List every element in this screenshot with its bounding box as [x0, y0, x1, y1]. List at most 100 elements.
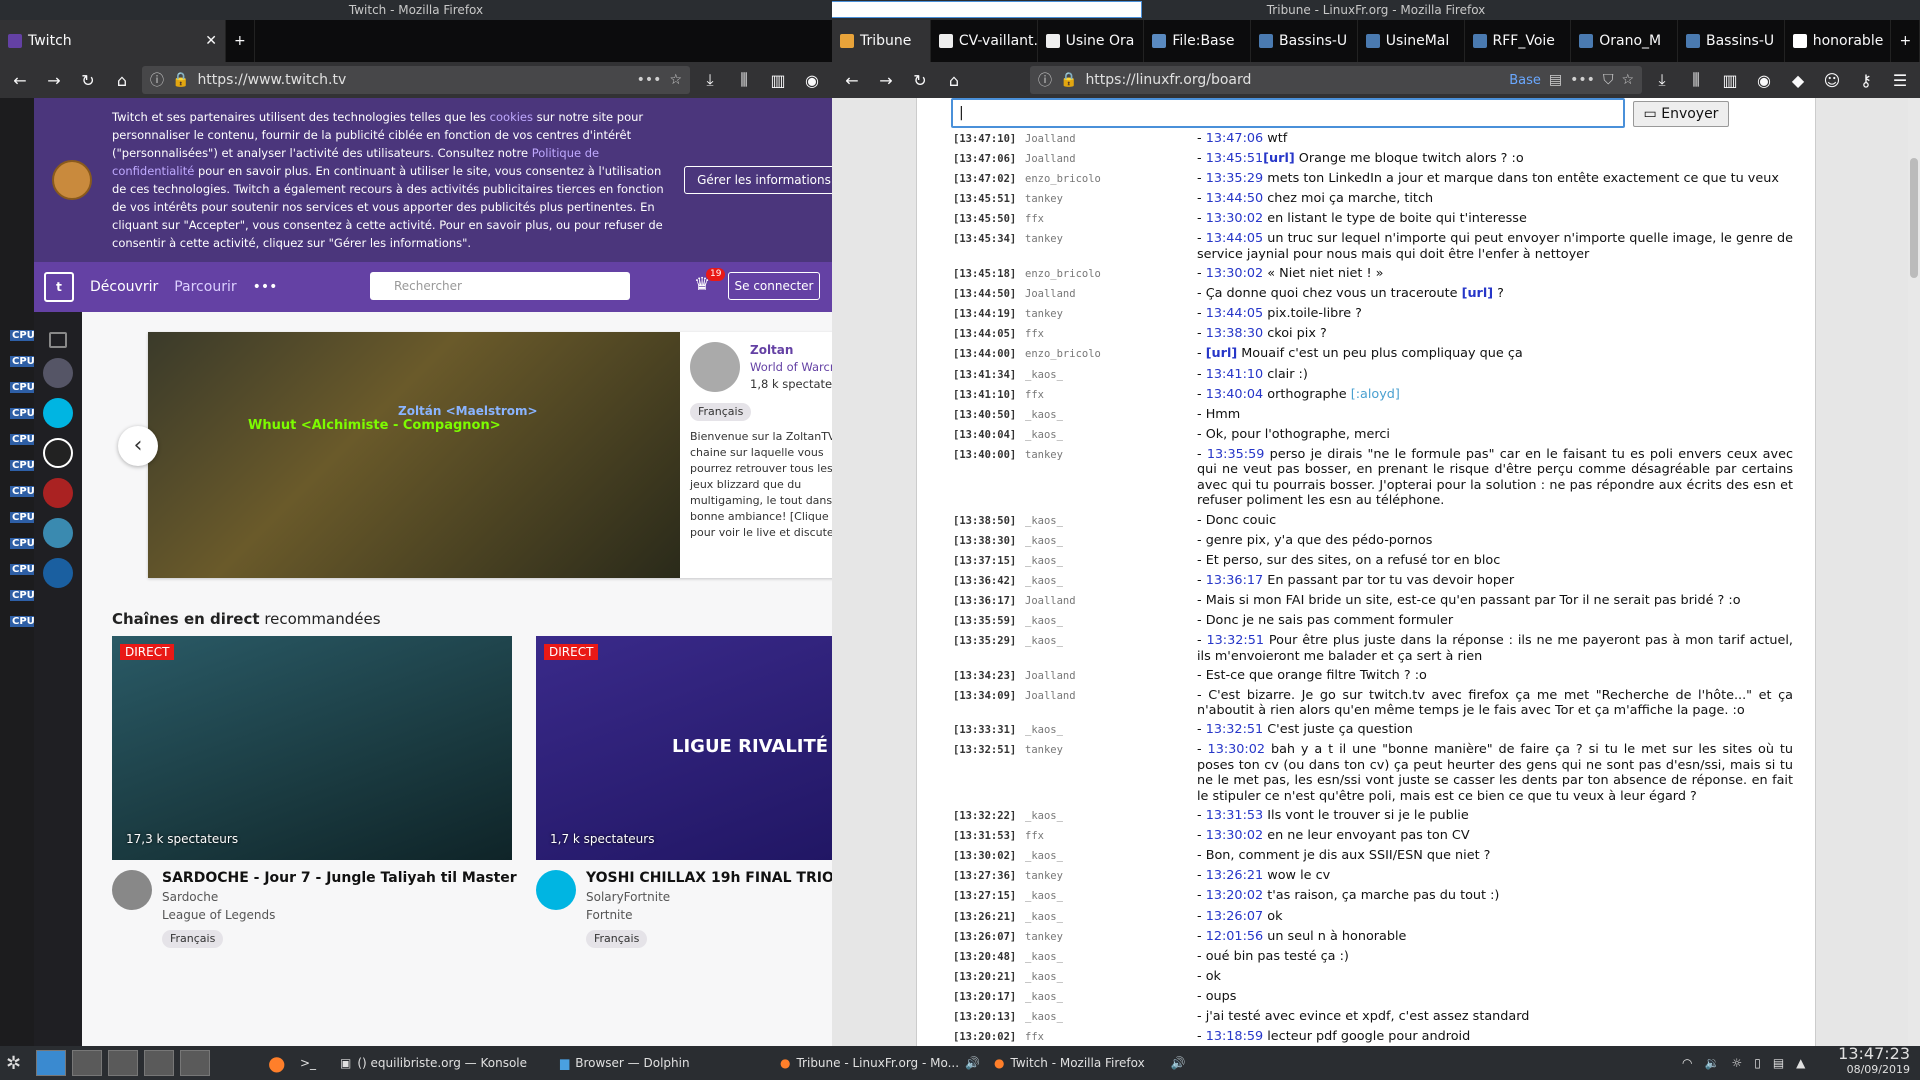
message-time[interactable]: [13:45:34] [953, 231, 1017, 262]
message-author[interactable]: _kaos_ [1017, 513, 1197, 530]
message-author[interactable]: _kaos_ [1017, 848, 1197, 865]
channel-avatar[interactable] [43, 398, 73, 428]
page-scrollbar[interactable] [1908, 98, 1920, 1046]
clock-reference[interactable]: 13:44:05 [1206, 231, 1263, 246]
tab-2[interactable]: CV-vaillant.p [931, 20, 1038, 62]
message-author[interactable]: Joalland [1017, 688, 1197, 719]
stream-thumbnail[interactable]: DIRECT 17,3 k spectateurs [112, 636, 512, 860]
message-author[interactable]: _kaos_ [1017, 367, 1197, 384]
message-time[interactable]: [13:41:34] [953, 367, 1017, 384]
message-author[interactable]: tankey [1017, 306, 1197, 323]
language-tag[interactable]: Français [586, 930, 648, 948]
url-link[interactable]: [url] [1263, 151, 1295, 166]
message-author[interactable]: enzo_bricolo [1017, 171, 1197, 188]
tray-expand-icon[interactable]: ▲ [1796, 1056, 1805, 1070]
task-dolphin[interactable]: ▆ Browser — Dolphin [560, 1048, 690, 1078]
message-author[interactable]: enzo_bricolo [1017, 346, 1197, 363]
clock-reference[interactable]: 13:38:30 [1206, 326, 1263, 341]
clock-reference[interactable]: 13:30:02 [1206, 828, 1263, 843]
brightness-icon[interactable]: ☼ [1731, 1056, 1742, 1070]
extension-icon[interactable]: ◉ [798, 66, 826, 94]
home-button[interactable]: ⌂ [108, 66, 136, 94]
message-time[interactable]: [13:27:15] [953, 888, 1017, 905]
back-button[interactable]: ← [6, 66, 34, 94]
message-author[interactable]: Joalland [1017, 593, 1197, 610]
message-time[interactable]: [13:31:53] [953, 828, 1017, 845]
clock-reference[interactable]: 13:41:10 [1206, 367, 1263, 382]
search-input[interactable]: Rechercher [370, 272, 630, 300]
message-time[interactable]: [13:38:50] [953, 513, 1017, 530]
volume-icon[interactable]: 🔉 [1704, 1056, 1719, 1070]
message-time[interactable]: [13:38:30] [953, 533, 1017, 550]
tab-9[interactable]: Bassins-U [1678, 20, 1785, 62]
message-time[interactable]: [13:44:50] [953, 286, 1017, 303]
extension-icon[interactable]: ◆ [1784, 66, 1812, 94]
message-author[interactable]: _kaos_ [1017, 427, 1197, 444]
nav-discover[interactable]: Découvrir [90, 279, 158, 295]
clock-reference[interactable]: 13:32:51 [1207, 633, 1264, 648]
message-time[interactable]: [13:20:17] [953, 989, 1017, 1006]
krunner-search-input[interactable]: spec [832, 1, 1142, 18]
account-icon[interactable]: ☺ [1818, 66, 1846, 94]
clock-reference[interactable]: 13:35:29 [1206, 171, 1263, 186]
message-time[interactable]: [13:35:59] [953, 613, 1017, 630]
desktop-2[interactable] [72, 1050, 102, 1076]
url-bar[interactable]: ⓘ 🔒 https://www.twitch.tv ••• ☆ [142, 66, 690, 94]
stream-title[interactable]: SARDOCHE - Jour 7 - Jungle Taliyah til M… [162, 870, 517, 886]
message-time[interactable]: [13:44:00] [953, 346, 1017, 363]
channel-avatar[interactable] [43, 438, 73, 468]
channel-avatar[interactable] [43, 358, 73, 388]
message-time[interactable]: [13:36:17] [953, 593, 1017, 610]
message-time[interactable]: [13:35:29] [953, 633, 1017, 664]
pocket-icon[interactable]: ⛉ [1603, 72, 1614, 88]
clock-reference[interactable]: 13:20:02 [1206, 888, 1263, 903]
message-time[interactable]: [13:45:18] [953, 266, 1017, 283]
stream-card[interactable]: DIRECT LIGUE RIVALITÉ 1,7 k spectateurs … [536, 636, 832, 948]
reload-button[interactable]: ↻ [906, 66, 934, 94]
clock-reference[interactable]: 13:36:17 [1206, 573, 1263, 588]
clock-reference[interactable]: 13:31:53 [1206, 808, 1263, 823]
message-author[interactable]: _kaos_ [1017, 613, 1197, 630]
channel-avatar[interactable] [690, 342, 740, 392]
message-time[interactable]: [13:30:02] [953, 848, 1017, 865]
library-icon[interactable]: ⫼ [1682, 66, 1710, 94]
message-time[interactable]: [13:44:19] [953, 306, 1017, 323]
game-name[interactable]: Fortnite [586, 908, 632, 922]
firefox-launcher-icon[interactable]: ● [268, 1048, 285, 1078]
url-bar[interactable]: ⓘ 🔒 https://linuxfr.org/board Base ▤ •••… [1030, 66, 1642, 94]
message-author[interactable]: ffx [1017, 387, 1197, 404]
clock-reference[interactable]: 13:26:07 [1206, 909, 1263, 924]
message-author[interactable]: _kaos_ [1017, 808, 1197, 825]
clock-reference[interactable]: 13:26:21 [1206, 868, 1263, 883]
message-time[interactable]: [13:47:06] [953, 151, 1017, 168]
message-time[interactable]: [13:40:04] [953, 427, 1017, 444]
clock-widget[interactable]: 13:47:23 08/09/2019 [1838, 1046, 1910, 1078]
clock-reference[interactable]: 13:30:02 [1208, 742, 1265, 757]
message-time[interactable]: [13:36:42] [953, 573, 1017, 590]
key-icon[interactable]: ⚷ [1852, 66, 1880, 94]
clock-reference[interactable]: 13:45:51 [1206, 151, 1263, 166]
message-time[interactable]: [13:45:51] [953, 191, 1017, 208]
message-time[interactable]: [13:41:10] [953, 387, 1017, 404]
message-author[interactable]: tankey [1017, 447, 1197, 509]
message-author[interactable]: tankey [1017, 231, 1197, 262]
pager[interactable] [36, 1048, 210, 1078]
message-time[interactable]: [13:32:22] [953, 808, 1017, 825]
message-time[interactable]: [13:47:02] [953, 171, 1017, 188]
nav-more[interactable]: ••• [253, 279, 278, 295]
channel-avatar[interactable] [43, 518, 73, 548]
totoz-link[interactable]: [:aloyd] [1351, 387, 1400, 402]
desktop-5[interactable] [180, 1050, 210, 1076]
clock-reference[interactable]: 13:44:50 [1206, 191, 1263, 206]
extension-icon[interactable]: ◉ [1750, 66, 1778, 94]
message-time[interactable]: [13:40:00] [953, 447, 1017, 509]
message-time[interactable]: [13:47:10] [953, 131, 1017, 148]
channel-avatar[interactable] [112, 870, 152, 910]
message-author[interactable]: _kaos_ [1017, 989, 1197, 1006]
tab-8[interactable]: Orano_M [1571, 20, 1678, 62]
channel-name[interactable]: Zoltan [750, 342, 832, 359]
more-icon[interactable]: ••• [1570, 72, 1595, 88]
message-author[interactable]: _kaos_ [1017, 633, 1197, 664]
message-author[interactable]: _kaos_ [1017, 533, 1197, 550]
send-button[interactable]: ▭ Envoyer [1633, 101, 1729, 127]
